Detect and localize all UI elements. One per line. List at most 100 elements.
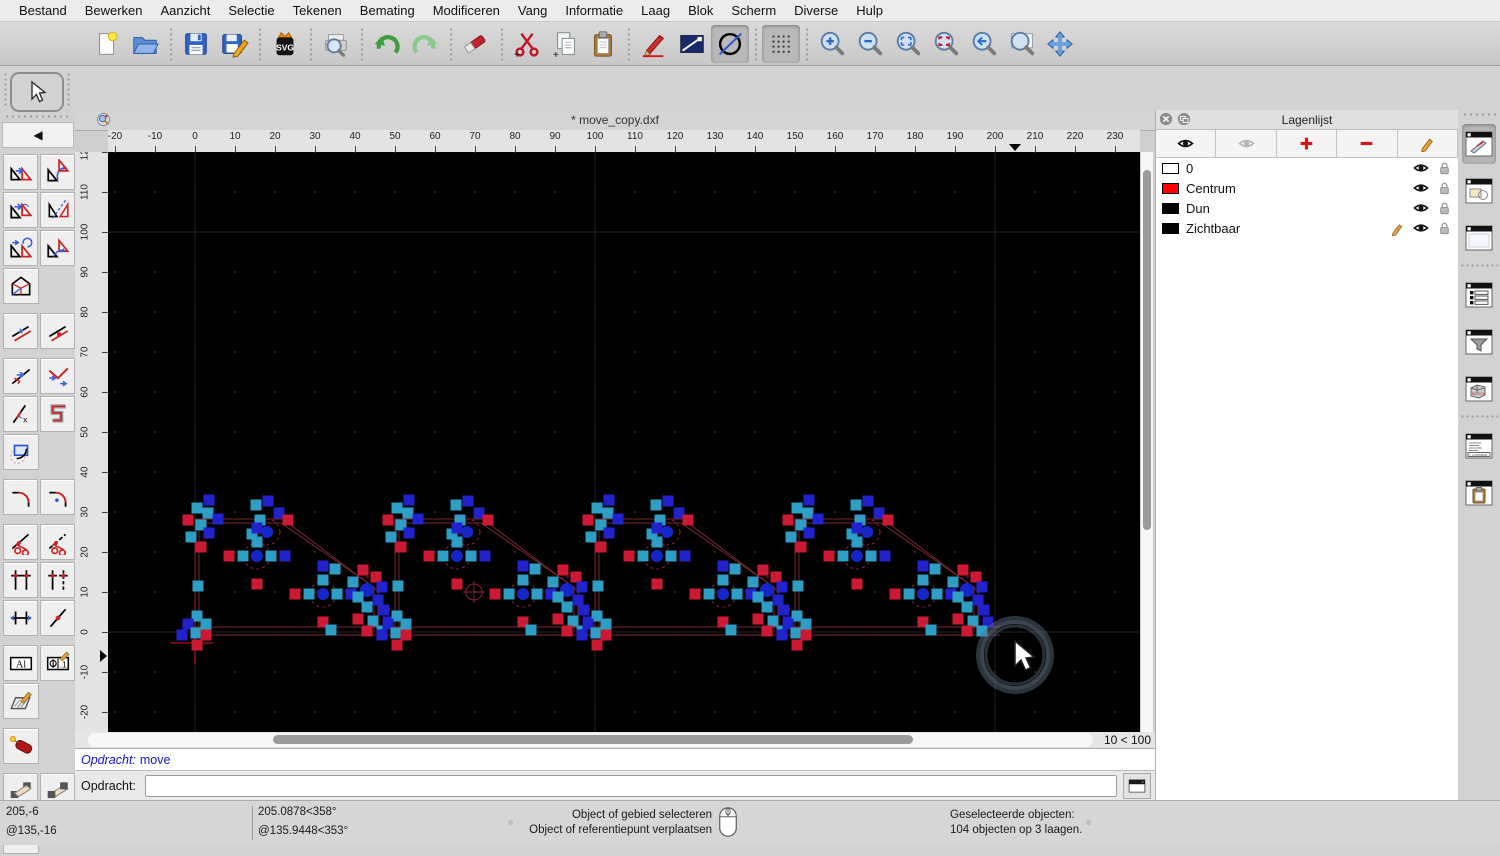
new-file-button[interactable] <box>88 25 126 63</box>
menu-blok[interactable]: Blok <box>679 0 722 22</box>
zoom-window-button[interactable] <box>1003 25 1041 63</box>
menu-modificeren[interactable]: Modificeren <box>424 0 509 22</box>
layer-lock-icon[interactable] <box>1437 161 1452 176</box>
vertical-scrollbar-thumb[interactable] <box>1143 170 1151 530</box>
menu-hulp[interactable]: Hulp <box>847 0 892 22</box>
menu-bestand[interactable]: Bestand <box>10 0 76 22</box>
menu-selectie[interactable]: Selectie <box>219 0 283 22</box>
trim-two-tool-button[interactable] <box>3 562 38 598</box>
draft-mode-button[interactable] <box>711 24 749 63</box>
zoom-selection-button[interactable] <box>927 25 965 63</box>
offset-tool-button[interactable] <box>3 313 38 349</box>
menu-vang[interactable]: Vang <box>509 0 556 22</box>
layer-visible-eye-icon[interactable] <box>1413 220 1429 236</box>
trim-dashed-tool-button[interactable] <box>40 562 75 598</box>
layer-visible-eye-icon[interactable] <box>1413 200 1429 216</box>
layer-row-zichtbaar[interactable]: Zichtbaar <box>1156 218 1458 238</box>
library-browser-widget-button[interactable] <box>1462 171 1496 211</box>
fillet-tool-button[interactable] <box>3 479 38 515</box>
hatch-edit-tool-button[interactable] <box>3 683 39 719</box>
layer-lock-icon[interactable] <box>1437 221 1452 236</box>
explode-tool-button[interactable] <box>3 728 39 764</box>
palette-collapse-button[interactable]: ◀ <box>2 122 74 148</box>
layer-visible-eye-icon[interactable] <box>1413 160 1429 176</box>
command-input[interactable] <box>145 774 1117 797</box>
move-copy-tool-button[interactable] <box>3 154 38 190</box>
text-edit-tool-button[interactable]: Al <box>3 645 38 681</box>
open-file-button[interactable] <box>126 25 164 63</box>
paste-button[interactable] <box>584 25 622 63</box>
zoom-auto-button[interactable] <box>889 25 927 63</box>
zoom-out-button[interactable] <box>851 25 889 63</box>
lengthen-tool-button[interactable] <box>3 600 38 636</box>
horizontal-scrollbar-thumb[interactable] <box>273 735 913 744</box>
layer-row-0[interactable]: 0 <box>1156 158 1458 178</box>
polyline-edit-tool-button[interactable] <box>40 396 75 432</box>
edit-layer-button[interactable] <box>1398 130 1459 157</box>
menu-informatie[interactable]: Informatie <box>556 0 632 22</box>
erase-button[interactable] <box>457 25 495 63</box>
grid-toggle-button[interactable] <box>762 24 800 63</box>
divide-tool-button[interactable] <box>40 600 75 636</box>
clipboard-widget-button[interactable] <box>1462 473 1496 513</box>
redo-button[interactable] <box>406 25 444 63</box>
hide-all-layers-button[interactable] <box>1216 130 1277 157</box>
zoom-in-button[interactable] <box>813 25 851 63</box>
print-preview-button[interactable] <box>317 25 355 63</box>
remove-layer-button[interactable] <box>1337 130 1398 157</box>
svg-export-button[interactable]: SVG <box>266 25 304 63</box>
stretch-tool-button[interactable] <box>3 358 38 394</box>
drawing-preferences-button[interactable] <box>673 25 711 63</box>
drawing-canvas[interactable] <box>108 152 1140 732</box>
close-panel-icon[interactable] <box>1159 112 1173 126</box>
zoom-previous-button[interactable] <box>965 25 1003 63</box>
block-list-widget-button[interactable]: BLOCK <box>1462 369 1496 409</box>
vertical-scrollbar[interactable] <box>1140 152 1153 732</box>
layer-lock-icon[interactable] <box>1437 181 1452 196</box>
layer-list-widget-button[interactable] <box>1462 275 1496 315</box>
fillet-point-tool-button[interactable] <box>40 479 75 515</box>
revert-direction-tool-button[interactable] <box>40 230 75 266</box>
projection-tool-button[interactable] <box>3 268 39 304</box>
cut-button[interactable]: + <box>508 25 546 63</box>
command-widget-toggle-button[interactable] <box>1123 772 1151 799</box>
pencil-draw-button[interactable] <box>635 25 673 63</box>
menu-laag[interactable]: Laag <box>632 0 679 22</box>
blank-widget-button[interactable] <box>1462 218 1496 258</box>
rotate-tool-button[interactable] <box>40 154 75 190</box>
move-rotate-tool-button[interactable] <box>3 192 38 228</box>
offset-point-tool-button[interactable] <box>40 313 75 349</box>
layer-lock-icon[interactable] <box>1437 201 1452 216</box>
pan-button[interactable] <box>1041 25 1079 63</box>
command-line-widget-button[interactable]: > command <box>1462 426 1496 466</box>
add-layer-button[interactable] <box>1277 130 1338 157</box>
property-editor-widget-button[interactable] <box>1462 124 1496 164</box>
menu-diverse[interactable]: Diverse <box>785 0 847 22</box>
delete-segment-tool-button[interactable]: x <box>3 396 38 432</box>
menu-bemating[interactable]: Bemating <box>351 0 424 22</box>
pointer-tool-button[interactable] <box>10 72 64 112</box>
selection-filter-widget-button[interactable] <box>1462 322 1496 362</box>
clip-box-tool-button[interactable] <box>3 434 39 470</box>
document-titlebar[interactable]: * move_copy.dxf <box>75 110 1155 131</box>
mirror-tool-button[interactable] <box>40 192 75 228</box>
rotate-two-tool-button[interactable] <box>3 230 38 266</box>
bevel-tool-button[interactable] <box>40 358 75 394</box>
detach-panel-icon[interactable] <box>1177 112 1191 126</box>
layer-row-dun[interactable]: Dun <box>1156 198 1458 218</box>
layer-row-centrum[interactable]: Centrum <box>1156 178 1458 198</box>
dimension-edit-tool-button[interactable]: .1 <box>40 645 75 681</box>
layer-visible-eye-icon[interactable] <box>1413 180 1429 196</box>
copy-button[interactable]: + <box>546 25 584 63</box>
horizontal-scrollbar[interactable] <box>88 733 1093 747</box>
menu-aanzicht[interactable]: Aanzicht <box>152 0 220 22</box>
save-as-button[interactable] <box>215 25 253 63</box>
undo-button[interactable] <box>368 25 406 63</box>
cut-entity-tool-button[interactable] <box>3 524 38 560</box>
show-all-layers-button[interactable] <box>1156 130 1217 157</box>
save-button[interactable] <box>177 25 215 63</box>
menu-tekenen[interactable]: Tekenen <box>284 0 351 22</box>
menu-bewerken[interactable]: Bewerken <box>76 0 152 22</box>
cut-two-tool-button[interactable] <box>40 524 75 560</box>
menu-scherm[interactable]: Scherm <box>722 0 785 22</box>
